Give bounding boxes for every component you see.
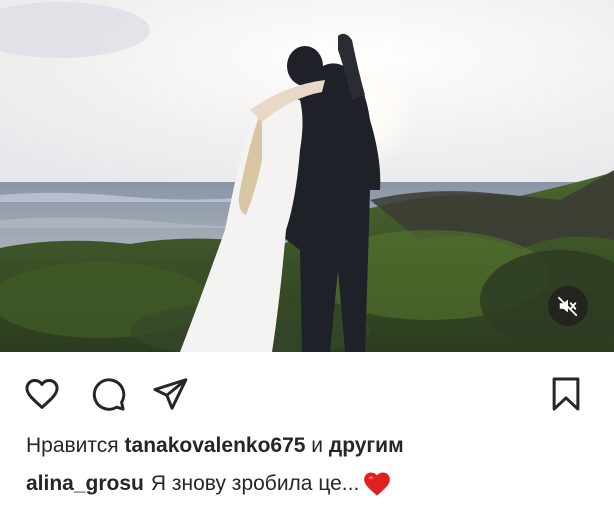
- comment-button[interactable]: [88, 374, 128, 414]
- save-button[interactable]: [546, 374, 586, 414]
- post-photo: [0, 0, 614, 352]
- likes-prefix: Нравится: [26, 434, 119, 457]
- post-media[interactable]: [0, 0, 614, 352]
- paper-plane-icon: [153, 378, 188, 410]
- red-heart-emoji: [364, 472, 391, 496]
- like-button[interactable]: [22, 374, 62, 414]
- share-button[interactable]: [150, 374, 190, 414]
- likes-summary[interactable]: Нравится tanakovalenko675 и другим: [26, 432, 404, 460]
- caption-text: Я знову зробила це...: [150, 472, 360, 495]
- mute-button[interactable]: [548, 286, 588, 326]
- comment-icon: [92, 378, 126, 411]
- likes-others-link[interactable]: другим: [329, 434, 404, 457]
- liker-username[interactable]: tanakovalenko675: [125, 434, 306, 457]
- caption-author[interactable]: alina_grosu: [26, 470, 144, 498]
- likes-joiner: и: [311, 434, 324, 457]
- bookmark-icon: [552, 377, 580, 411]
- speaker-muted-icon: [557, 296, 578, 317]
- post-actions-bar: [0, 352, 614, 432]
- heart-icon: [25, 379, 59, 409]
- post-caption: alina_grosu Я знову зробила це...: [26, 470, 391, 498]
